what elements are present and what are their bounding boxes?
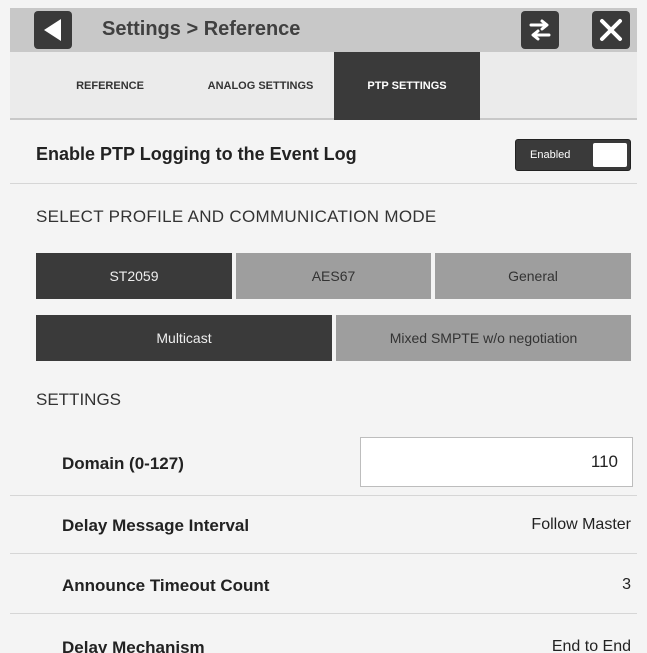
close-button[interactable] <box>592 11 630 49</box>
page-title: Settings > Reference <box>102 18 301 40</box>
announce-timeout-count-value[interactable]: 3 <box>622 576 631 594</box>
tab-reference[interactable]: REFERENCE <box>50 52 170 120</box>
announce-timeout-count-row[interactable]: Announce Timeout Count 3 <box>10 554 637 614</box>
tab-analog-settings[interactable]: ANALOG SETTINGS <box>188 52 333 120</box>
title-bar: Settings > Reference <box>10 8 637 52</box>
settings-section-heading: SETTINGS <box>36 390 122 409</box>
delay-message-interval-label: Delay Message Interval <box>62 516 250 535</box>
swap-icon <box>529 19 551 41</box>
delay-mechanism-row[interactable]: Delay Mechanism End to End <box>10 614 637 653</box>
announce-timeout-count-label: Announce Timeout Count <box>62 576 270 595</box>
tab-bar: REFERENCE ANALOG SETTINGS PTP SETTINGS <box>10 52 637 120</box>
close-icon <box>600 19 622 41</box>
profile-st2059-button[interactable]: ST2059 <box>36 253 232 299</box>
domain-row: Domain (0-127) <box>10 426 637 496</box>
profile-aes67-button[interactable]: AES67 <box>236 253 431 299</box>
ptp-logging-toggle[interactable]: Enabled <box>515 139 631 171</box>
swap-button[interactable] <box>521 11 559 49</box>
profile-general-button[interactable]: General <box>435 253 631 299</box>
mode-multicast-button[interactable]: Multicast <box>36 315 332 361</box>
delay-message-interval-row[interactable]: Delay Message Interval Follow Master <box>10 496 637 554</box>
delay-message-interval-value[interactable]: Follow Master <box>531 516 631 534</box>
mode-mixed-smpte-button[interactable]: Mixed SMPTE w/o negotiation <box>336 315 631 361</box>
delay-mechanism-value[interactable]: End to End <box>552 638 631 653</box>
back-arrow-icon <box>44 19 61 41</box>
profile-section-heading: SELECT PROFILE AND COMMUNICATION MODE <box>36 207 437 226</box>
toggle-knob <box>593 143 627 167</box>
domain-label: Domain (0-127) <box>62 454 184 473</box>
delay-mechanism-label: Delay Mechanism <box>62 638 205 653</box>
ptp-logging-label: Enable PTP Logging to the Event Log <box>36 144 357 164</box>
ptp-logging-row: Enable PTP Logging to the Event Log Enab… <box>10 126 637 184</box>
back-button[interactable] <box>34 11 72 49</box>
domain-input[interactable] <box>360 437 633 487</box>
toggle-state-text: Enabled <box>530 149 571 161</box>
tab-ptp-settings[interactable]: PTP SETTINGS <box>334 52 480 120</box>
